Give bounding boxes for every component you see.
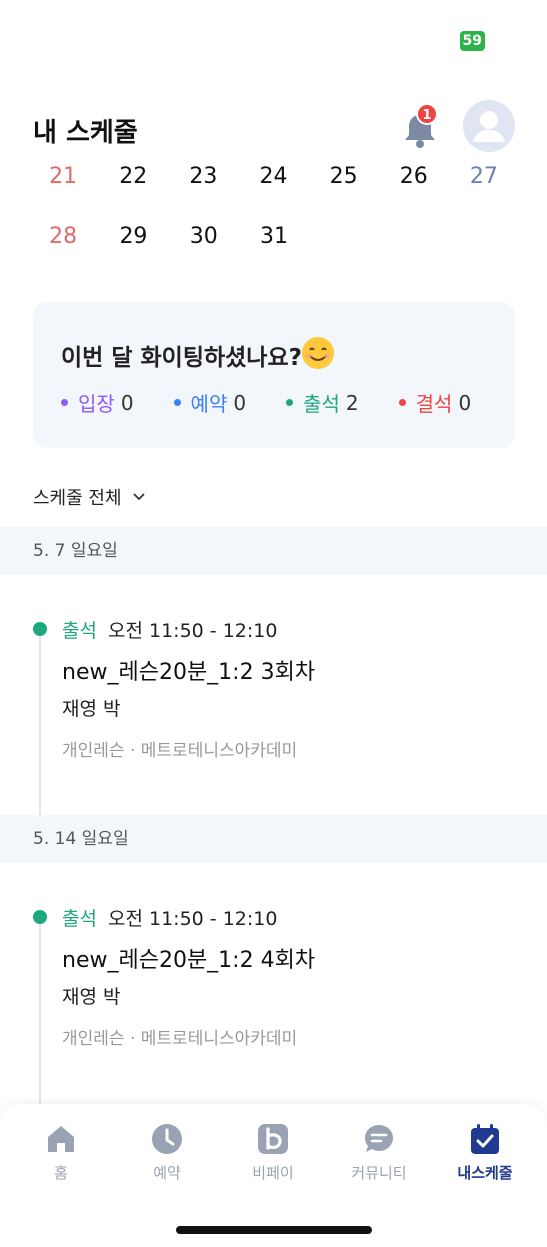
calendar-day[interactable]: 23 bbox=[168, 160, 238, 220]
stat-attendance: 출석 2 bbox=[286, 388, 359, 417]
calendar-week: 21 22 23 24 25 26 27 bbox=[28, 160, 519, 220]
status-bar: 59 bbox=[459, 30, 485, 51]
home-icon bbox=[48, 1126, 74, 1152]
stat-entry: 입장 0 bbox=[61, 388, 134, 417]
avatar[interactable] bbox=[463, 100, 515, 152]
lesson-meta: 개인레슨 · 메트로테니스아카데미 bbox=[62, 1029, 298, 1049]
entry-time: 오전 11:50 - 12:10 bbox=[108, 620, 278, 642]
user-icon bbox=[463, 100, 515, 152]
lesson-meta: 개인레슨 · 메트로테니스아카데미 bbox=[62, 741, 298, 761]
tab-label: 커뮤니티 bbox=[351, 1164, 407, 1182]
calendar-day[interactable]: 30 bbox=[169, 220, 239, 280]
tab-home[interactable]: 홈 bbox=[11, 1122, 111, 1183]
entry-status: 출석 bbox=[62, 620, 97, 642]
stat-count: 0 bbox=[233, 390, 247, 415]
stat-label: 결석 bbox=[415, 392, 453, 416]
b-pay-icon bbox=[258, 1124, 288, 1154]
stat-reservation: 예약 0 bbox=[173, 388, 247, 417]
page-title: 내 스케줄 bbox=[33, 118, 138, 148]
attendance-dot bbox=[33, 910, 47, 924]
tab-label: 홈 bbox=[54, 1164, 68, 1182]
calendar-day[interactable]: 25 bbox=[309, 160, 379, 220]
lesson-title: new_레슨20분_1:2 3회차 bbox=[62, 660, 316, 685]
entry-time: 오전 11:50 - 12:10 bbox=[108, 908, 278, 930]
calendar-week: 28 29 30 31 bbox=[28, 220, 519, 280]
stat-dot bbox=[61, 399, 68, 406]
clock-icon bbox=[152, 1124, 182, 1154]
stat-dot bbox=[286, 399, 294, 406]
calendar-day[interactable]: 28 bbox=[28, 220, 98, 280]
notification-badge: 1 bbox=[416, 103, 438, 125]
tab-reservation[interactable]: 예약 bbox=[117, 1122, 217, 1183]
date-header: 5. 14 일요일 bbox=[0, 815, 547, 863]
calendar-day[interactable]: 24 bbox=[238, 160, 308, 220]
stat-count: 0 bbox=[120, 390, 134, 415]
home-indicator bbox=[176, 1226, 372, 1234]
calendar-day[interactable]: 27 bbox=[449, 160, 519, 220]
stat-label: 입장 bbox=[78, 392, 115, 416]
stat-dot bbox=[398, 399, 406, 406]
stat-count: 2 bbox=[345, 390, 359, 415]
monthly-summary-card: 이번 달 화이팅하셨나요? 입장 0 예약 0 출석 2 결석 0 bbox=[33, 302, 515, 448]
tab-label: 예약 bbox=[153, 1164, 181, 1182]
calendar-day[interactable]: 31 bbox=[239, 220, 309, 280]
stat-label: 예약 bbox=[190, 392, 228, 416]
calendar-day[interactable]: 22 bbox=[98, 160, 168, 220]
chat-icon bbox=[365, 1125, 393, 1152]
header: 내 스케줄 1 bbox=[0, 100, 547, 156]
tab-community[interactable]: 커뮤니티 bbox=[329, 1122, 429, 1183]
battery-indicator: 59 bbox=[459, 31, 485, 51]
calendar-check-icon bbox=[471, 1124, 499, 1154]
stat-label: 출석 bbox=[303, 392, 340, 416]
date-header: 5. 7 일요일 bbox=[0, 527, 547, 575]
calendar-day[interactable]: 21 bbox=[28, 160, 98, 220]
stat-dot bbox=[173, 399, 181, 406]
tab-label: 내스케줄 bbox=[457, 1164, 513, 1182]
summary-stats: 입장 0 예약 0 출석 2 결석 0 bbox=[61, 388, 471, 417]
stat-absence: 결석 0 bbox=[398, 388, 472, 417]
instructor-name: 재영 박 bbox=[62, 698, 121, 720]
tab-label: 비페이 bbox=[252, 1164, 294, 1182]
schedule-item[interactable]: 출석 오전 11:50 - 12:10 new_레슨20분_1:2 3회차 재영… bbox=[0, 616, 547, 761]
lesson-title: new_레슨20분_1:2 4회차 bbox=[62, 948, 316, 973]
chevron-down-icon bbox=[132, 493, 145, 501]
tab-bpay[interactable]: 비페이 bbox=[223, 1122, 323, 1183]
instructor-name: 재영 박 bbox=[62, 986, 121, 1008]
entry-status: 출석 bbox=[62, 908, 97, 930]
calendar: 21 22 23 24 25 26 27 28 29 30 31 bbox=[28, 160, 519, 280]
smile-emoji-icon bbox=[302, 337, 334, 369]
summary-title: 이번 달 화이팅하셨나요? bbox=[61, 345, 302, 371]
tab-my-schedule[interactable]: 내스케줄 bbox=[435, 1122, 535, 1183]
schedule-item[interactable]: 출석 오전 11:50 - 12:10 new_레슨20분_1:2 4회차 재영… bbox=[0, 904, 547, 1049]
schedule-filter-dropdown[interactable]: 스케줄 전체 bbox=[33, 484, 146, 510]
calendar-day[interactable]: 29 bbox=[98, 220, 168, 280]
filter-label: 스케줄 전체 bbox=[33, 488, 122, 509]
calendar-day[interactable]: 26 bbox=[379, 160, 449, 220]
stat-count: 0 bbox=[458, 390, 472, 415]
attendance-dot bbox=[33, 622, 47, 636]
